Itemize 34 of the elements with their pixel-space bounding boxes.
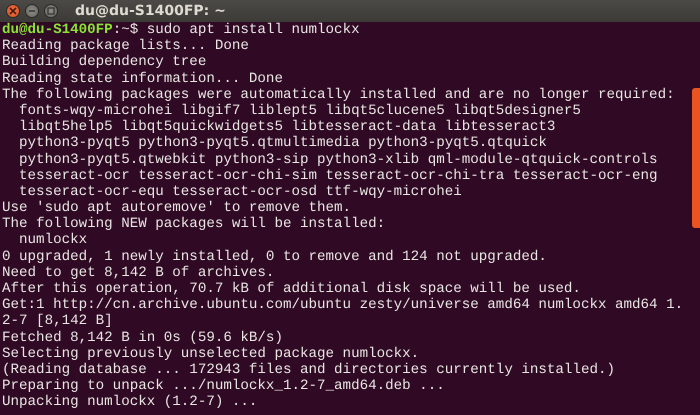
output-line: tesseract-ocr tesseract-ocr-chi-sim tesseract-ocr-chi-tra tesseract-ocr-eng [18, 168, 658, 184]
output-line: numlockx [18, 232, 88, 248]
output-line: tesseract-ocr-equ tesseract-ocr-osd ttf-wqy-microhei [18, 184, 462, 200]
minimize-button[interactable] [25, 4, 39, 18]
output-line: (Reading database ... 172943 files and directories currently installed.) [2, 362, 615, 378]
output-line: Reading package lists... Done [2, 38, 249, 54]
output-line: 2-7 [8,142 B] [2, 313, 113, 330]
maximize-button[interactable] [44, 4, 58, 18]
close-button[interactable] [6, 4, 20, 18]
output-line: The following NEW packages will be installed: [2, 216, 386, 232]
output-line: python3-pyqt5 python3-pyqt5.qtmultimedia python3-pyqt5.qtquick [18, 135, 547, 152]
maximize-icon [47, 7, 55, 15]
output-line: libqt5help5 libqt5quickwidgets5 libtesseract-data libtesseract3 [18, 119, 556, 136]
output-line: 0 upgraded, 1 newly installed, 0 to remove and 124 not upgraded. [2, 248, 547, 265]
output-line: Building dependency tree [2, 54, 206, 70]
prompt-path: :~$ [112, 22, 138, 38]
output-line: Preparing to unpack .../numlockx_1.2-7_amd64.deb ... [2, 378, 445, 394]
output-line: Selecting previously unselected package numlockx. [2, 346, 420, 362]
output-line: After this operation, 70.7 kB of additional disk space will be used. [2, 281, 581, 297]
output-line: fonts-wqy-microhei libgif7 liblept5 libqt5clucene5 libqt5designer5 [18, 102, 581, 119]
close-icon [9, 7, 17, 15]
output-line: Reading state information... Done [2, 70, 283, 87]
output-line: Get:1 http://cn.archive.ubuntu.com/ubuntu zesty/universe amd64 numlockx amd64 1. [2, 297, 684, 314]
output-line: The following packages were automatically installed and are no longer required: [2, 86, 675, 103]
command-text: sudo apt install numlockx [146, 22, 360, 38]
output-line: Need to get 8,142 B of archives. [2, 264, 274, 281]
output-line: Fetched 8,142 B in 0s (59.6 kB/s) [2, 330, 283, 346]
prompt-user-host: du@du-S1400FP [2, 22, 113, 38]
output-line: Unpacking numlockx (1.2-7) ... [2, 394, 258, 410]
output-line: python3-pyqt5.qtwebkit python3-sip python3-xlib qml-module-qtquick-controls [18, 152, 658, 168]
window-title: du@du-S1400FP: ~ [75, 3, 226, 19]
output-line: Use 'sudo apt autoremove' to remove them. [2, 200, 352, 216]
scrollbar-thumb[interactable] [692, 88, 700, 228]
minimize-icon [28, 7, 36, 15]
